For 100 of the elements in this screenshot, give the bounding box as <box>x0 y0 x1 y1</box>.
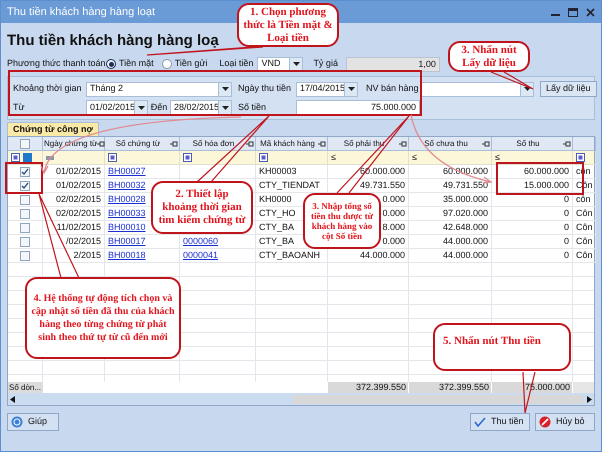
table-cell: Côn <box>573 249 596 263</box>
filter-operator[interactable]: ≤ <box>412 150 417 164</box>
scroll-right-icon[interactable] <box>587 396 592 402</box>
table-cell: 97.020.000 <box>409 207 492 221</box>
filter-icon[interactable] <box>576 153 585 162</box>
table-cell: 0 <box>492 249 573 263</box>
callout: 1. Chọn phương thức là Tiền mặt & Loại tiền <box>237 3 339 47</box>
table-cell: 11/02/2015 <box>43 221 105 235</box>
filter-operator[interactable]: ≤ <box>495 150 500 164</box>
document-link[interactable]: BH00017 <box>108 234 146 248</box>
document-link[interactable]: 0000041 <box>183 248 218 262</box>
pin-icon[interactable] <box>318 140 326 146</box>
radio-label[interactable]: Tiền mặt <box>119 57 154 71</box>
checkbox[interactable] <box>20 166 30 176</box>
tab[interactable]: Chứng từ công nợ <box>7 122 99 136</box>
caret-icon[interactable] <box>222 87 228 91</box>
checkbox[interactable] <box>20 250 30 260</box>
document-link[interactable]: 0000060 <box>183 234 218 248</box>
table-cell: Côn <box>573 221 596 235</box>
document-link[interactable]: BH00027 <box>108 164 146 178</box>
table-cell: 42.648.000 <box>409 221 492 235</box>
maximize-icon[interactable] <box>568 8 578 16</box>
highlight-frame <box>5 162 43 194</box>
checkbox[interactable] <box>20 236 30 246</box>
filter-icon[interactable] <box>259 153 268 162</box>
table-cell: 15.000.000 <box>492 179 573 193</box>
cancel-icon <box>539 416 551 428</box>
horizontal-scrollbar[interactable] <box>8 393 594 405</box>
amount-field[interactable]: 75.000.000 <box>296 100 420 115</box>
filter-icon[interactable] <box>183 153 192 162</box>
table-cell: 01/02/2015 <box>43 179 105 193</box>
callout: 3. Nhập tổng số tiền thu được từ khách hàng vào cột Số tiền <box>303 193 381 249</box>
callout: 2. Thiết lập khoảng thời gian tìm kiếm chứng từ <box>151 181 253 234</box>
check-icon <box>474 417 486 427</box>
document-link[interactable]: BH00032 <box>108 178 146 192</box>
date-picker[interactable]: 17/04/2015 <box>296 82 358 96</box>
radio-button[interactable] <box>162 59 172 69</box>
period-select[interactable]: Tháng 2 <box>86 82 232 96</box>
checkbox[interactable] <box>20 180 30 190</box>
leader-line <box>490 71 534 90</box>
pin-icon[interactable] <box>563 140 571 146</box>
table-cell: 01/02/2015 <box>43 165 105 179</box>
document-link[interactable]: BH00018 <box>108 248 146 262</box>
document-link[interactable]: BH00033 <box>108 206 146 220</box>
field-label: Từ <box>13 100 26 114</box>
field-label: Phương thức thanh toán <box>7 57 106 70</box>
table-cell: 0 <box>492 207 573 221</box>
table-cell: 2/2015 <box>43 249 105 263</box>
table-cell: côn <box>573 193 596 207</box>
caret-icon[interactable] <box>348 87 354 91</box>
scroll-left-icon[interactable] <box>10 396 15 402</box>
collect-button[interactable]: Thu tiền <box>470 413 530 431</box>
table-cell: /02/2015 <box>43 235 105 249</box>
field-label: Số tiền <box>238 100 268 114</box>
document-link[interactable]: BH00028 <box>108 192 146 206</box>
checkbox[interactable] <box>20 222 30 232</box>
pin-icon[interactable] <box>399 140 407 146</box>
field-label: NV bán hàng <box>366 82 420 96</box>
radio-label[interactable]: Tiền gửi <box>174 57 208 71</box>
table-cell: 60.000.000 <box>409 165 492 179</box>
pin-icon[interactable] <box>170 140 178 146</box>
checkbox[interactable] <box>20 208 30 218</box>
pin-icon[interactable] <box>246 140 254 146</box>
table-cell: 02/02/2015 <box>43 193 105 207</box>
caret-icon[interactable] <box>292 62 300 66</box>
table-cell: 44.000.000 <box>409 235 492 249</box>
checkbox[interactable] <box>20 194 30 204</box>
staff-select[interactable] <box>420 82 534 96</box>
filter-operator[interactable]: ≤ <box>331 150 336 164</box>
field-label: Ngày thu tiền <box>238 82 292 96</box>
pin-icon[interactable] <box>482 140 490 146</box>
caret-icon[interactable] <box>524 87 530 91</box>
date-picker[interactable]: 01/02/2015 <box>86 100 148 115</box>
field-label: Đến <box>150 100 168 114</box>
cancel-button[interactable]: Hủy bỏ <box>535 413 595 431</box>
callout: 5. Nhấn nút Thu tiền <box>433 323 571 371</box>
filter-icon[interactable] <box>108 153 117 162</box>
table-cell: 0 <box>492 221 573 235</box>
table-cell: Côn <box>573 235 596 249</box>
table-cell: 0 <box>492 193 573 207</box>
radio-button[interactable] <box>106 59 116 69</box>
currency-select[interactable]: VND <box>257 56 304 72</box>
row-count-label: Số dòn... <box>8 382 43 393</box>
field-label: Loại tiền <box>219 57 254 70</box>
date-picker[interactable]: 28/02/2015 <box>170 100 232 115</box>
scrollbar-thumb[interactable] <box>293 394 583 404</box>
checkbox[interactable] <box>20 138 30 148</box>
window-title: Thu tiền khách hàng hàng loạt <box>7 4 156 20</box>
table-cell: 44.000.000 <box>409 249 492 263</box>
callout: 4. Hệ thống tự động tích chọn và cập nhật số tiền đã thu của khách hàng theo từng chứng từ phát sinh theo thứ tự từ cũ đến mới <box>25 277 181 359</box>
caret-icon[interactable] <box>222 106 228 110</box>
table-cell: 0 <box>492 235 573 249</box>
help-button[interactable]: Giúp <box>7 413 59 431</box>
field-label: Tỷ giá <box>313 57 338 70</box>
pin-icon[interactable] <box>97 140 106 146</box>
document-link[interactable]: BH00010 <box>108 220 146 234</box>
fetch-data-button[interactable]: Lấy dữ liệu <box>540 81 597 97</box>
caret-icon[interactable] <box>138 106 144 110</box>
table-cell: 60.000.000 <box>492 165 573 179</box>
close-icon[interactable] <box>586 8 595 16</box>
